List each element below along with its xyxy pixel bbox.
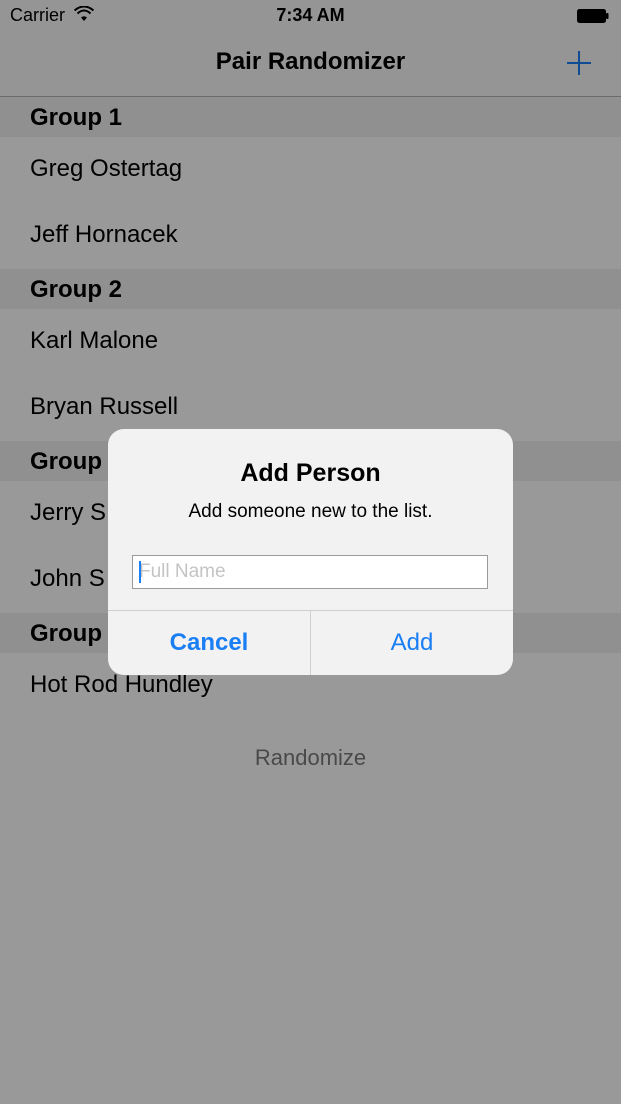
alert-title: Add Person <box>240 459 381 487</box>
alert-message: Add someone new to the list. <box>188 501 433 522</box>
cancel-button[interactable]: Cancel <box>108 611 310 675</box>
add-person-alert: Add Person Add someone new to the list. … <box>108 429 513 675</box>
add-button[interactable]: Add <box>311 611 513 675</box>
full-name-input[interactable] <box>132 555 488 589</box>
text-cursor <box>139 561 141 583</box>
screen: Carrier 7:34 AM Pair Randomizer Group 1 … <box>0 0 621 1104</box>
